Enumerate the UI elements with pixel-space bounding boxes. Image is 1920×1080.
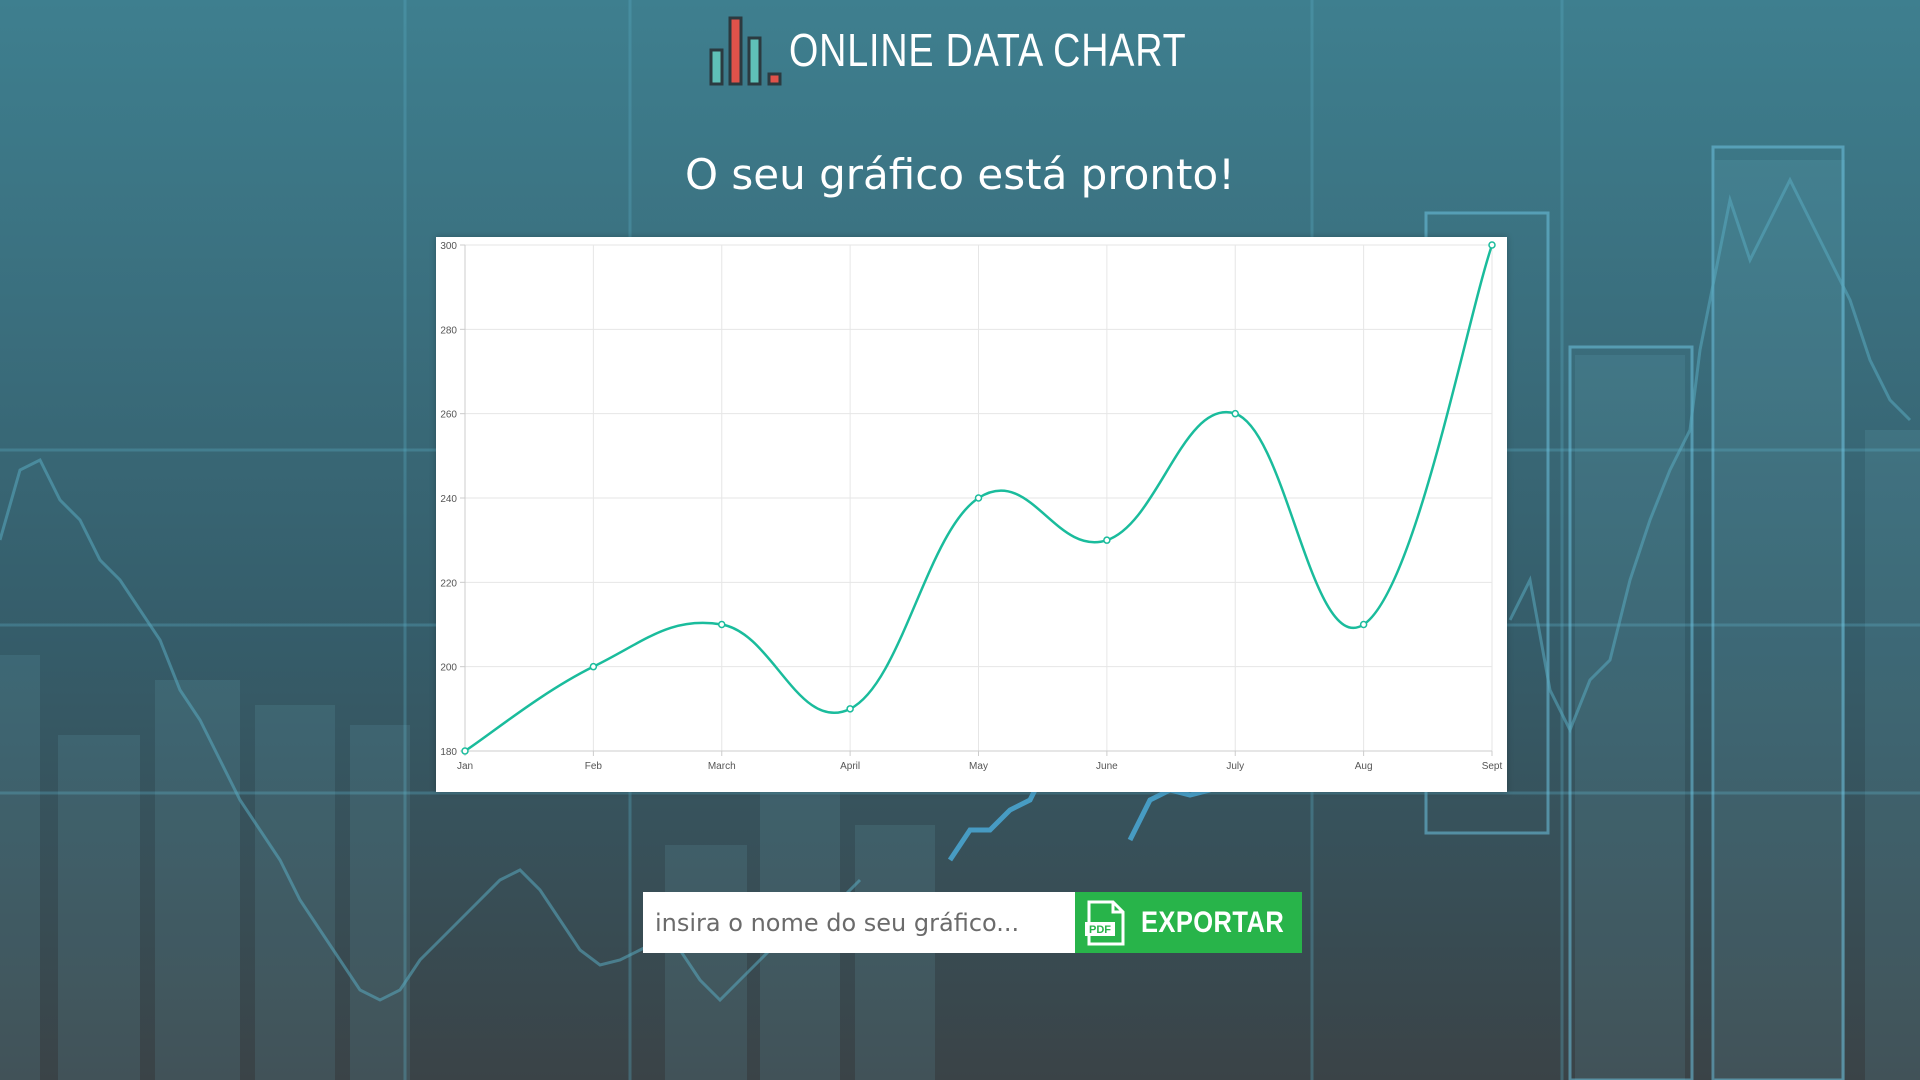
data-point bbox=[1488, 241, 1496, 249]
export-button[interactable]: PDF EXPORTAR bbox=[1075, 892, 1302, 953]
y-tick-label: 260 bbox=[440, 410, 457, 421]
export-button-label: EXPORTAR bbox=[1141, 905, 1285, 939]
app-title: ONLINE DATA CHART bbox=[788, 24, 1187, 76]
data-point bbox=[718, 620, 726, 629]
y-tick-label: 240 bbox=[440, 494, 457, 505]
data-point bbox=[589, 662, 598, 671]
x-tick-label: Aug bbox=[1355, 761, 1373, 772]
page-subtitle: O seu gráfico está pronto! bbox=[685, 150, 1235, 199]
y-tick-label: 220 bbox=[440, 578, 457, 589]
x-tick-label: June bbox=[1096, 761, 1118, 772]
x-tick-label: Sept bbox=[1482, 761, 1503, 772]
x-tick-label: April bbox=[840, 761, 860, 772]
y-tick-label: 280 bbox=[440, 325, 457, 336]
y-tick-label: 300 bbox=[440, 241, 457, 252]
data-point bbox=[461, 747, 469, 755]
data-point bbox=[1359, 620, 1368, 629]
x-tick-label: July bbox=[1226, 761, 1244, 772]
bar-chart-logo-icon bbox=[709, 16, 782, 86]
x-tick-label: Feb bbox=[585, 761, 603, 772]
pdf-file-icon: PDF bbox=[1085, 900, 1125, 945]
line-chart: 180 200 220 240 260 280 300 Jan Feb March April May… bbox=[440, 241, 1503, 772]
export-bar: PDF EXPORTAR bbox=[643, 892, 1302, 953]
x-tick-label: March bbox=[708, 761, 736, 772]
x-tick-label: May bbox=[969, 761, 988, 772]
chart-panel: 180 200 220 240 260 280 300 Jan Feb March April May… bbox=[436, 237, 1507, 792]
data-point bbox=[846, 705, 854, 713]
data-point bbox=[1103, 536, 1111, 544]
data-point bbox=[1231, 409, 1239, 418]
chart-name-input[interactable] bbox=[643, 892, 1075, 953]
app-header: ONLINE DATA CHART bbox=[0, 10, 1920, 90]
svg-text:PDF: PDF bbox=[1089, 924, 1111, 936]
y-tick-label: 180 bbox=[440, 747, 457, 758]
x-tick-label: Jan bbox=[457, 761, 473, 772]
y-tick-label: 200 bbox=[440, 663, 457, 674]
data-point bbox=[974, 494, 983, 502]
